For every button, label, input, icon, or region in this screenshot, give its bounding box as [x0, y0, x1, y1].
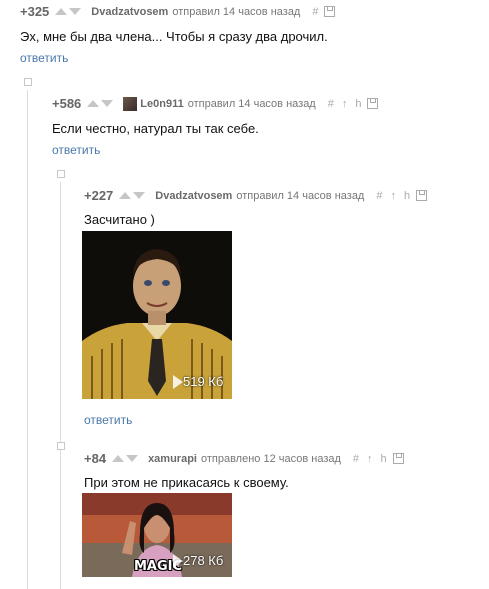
comment-action: отправил 14 часов назад [187, 97, 316, 110]
reply-link[interactable]: ответить [84, 413, 132, 427]
vote-buttons [112, 455, 139, 462]
thread-line [60, 182, 61, 589]
play-icon [173, 375, 183, 389]
comment-action: отправил 14 часов назад [236, 189, 365, 202]
vote-down-icon[interactable] [69, 8, 82, 15]
hand-icon[interactable]: h [381, 453, 387, 465]
comment-text: Эх, мне бы два члена... Чтобы я сразу дв… [20, 29, 328, 44]
save-icon[interactable] [416, 190, 428, 201]
save-icon[interactable] [392, 453, 404, 464]
play-icon [173, 554, 183, 568]
save-icon[interactable] [367, 98, 379, 109]
permalink-icon[interactable]: # [353, 453, 359, 465]
collapse-toggle[interactable] [24, 78, 32, 86]
pin-icon[interactable]: ↑ [342, 98, 348, 110]
collapse-toggle[interactable] [57, 442, 65, 450]
comment-meta: +325 Dvadzatvosem отправил 14 часов наза… [20, 4, 336, 19]
comment-action: отправлено 12 часов назад [200, 452, 341, 465]
vote-down-icon[interactable] [133, 192, 146, 199]
comment-author[interactable]: Dvadzatvosem [91, 6, 168, 18]
permalink-icon[interactable]: # [376, 190, 382, 202]
vote-up-icon[interactable] [119, 192, 132, 199]
gif-attachment[interactable]: 519 Кб [82, 231, 232, 399]
vote-up-icon[interactable] [87, 100, 100, 107]
comment-action: отправил 14 часов назад [172, 5, 301, 18]
comment-rating: +586 [52, 96, 82, 111]
vote-buttons [55, 8, 82, 15]
reply-link[interactable]: ответить [20, 51, 68, 65]
comment-text: Засчитано ) [84, 212, 155, 227]
comment-rating: +325 [20, 4, 50, 19]
vote-buttons [87, 100, 114, 107]
comment-author[interactable]: Le0n911 [140, 98, 183, 110]
thread-line [27, 90, 28, 589]
comment-author[interactable]: Dvadzatvosem [155, 190, 232, 202]
reply-link[interactable]: ответить [52, 143, 100, 157]
vote-buttons [119, 192, 146, 199]
hand-icon[interactable]: h [355, 98, 361, 110]
comment-rating: +84 [84, 451, 107, 466]
attachment-size: 278 Кб [183, 553, 224, 568]
avatar[interactable] [123, 96, 138, 111]
permalink-icon[interactable]: # [328, 98, 334, 110]
pin-icon[interactable]: ↑ [390, 190, 396, 202]
comment-meta: +84 xamurapi отправлено 12 часов назад #… [84, 451, 404, 466]
collapse-toggle[interactable] [57, 170, 65, 178]
save-icon[interactable] [324, 6, 336, 17]
attachment-size: 519 Кб [183, 374, 224, 389]
permalink-icon[interactable]: # [312, 6, 318, 18]
comment-meta: +227 Dvadzatvosem отправил 14 часов наза… [84, 188, 428, 203]
comment-author[interactable]: xamurapi [148, 453, 197, 465]
comment-rating: +227 [84, 188, 114, 203]
comment-text: Если честно, натурал ты так себе. [52, 121, 259, 136]
vote-down-icon[interactable] [126, 455, 139, 462]
comment-text: При этом не прикасаясь к своему. [84, 475, 289, 490]
vote-down-icon[interactable] [101, 100, 114, 107]
pin-icon[interactable]: ↑ [367, 453, 373, 465]
vote-up-icon[interactable] [112, 455, 125, 462]
comment-meta: +586 Le0n911 отправил 14 часов назад # ↑… [52, 96, 379, 111]
hand-icon[interactable]: h [404, 190, 410, 202]
gif-attachment[interactable]: MAGIC 278 Кб [82, 493, 232, 577]
vote-up-icon[interactable] [55, 8, 68, 15]
